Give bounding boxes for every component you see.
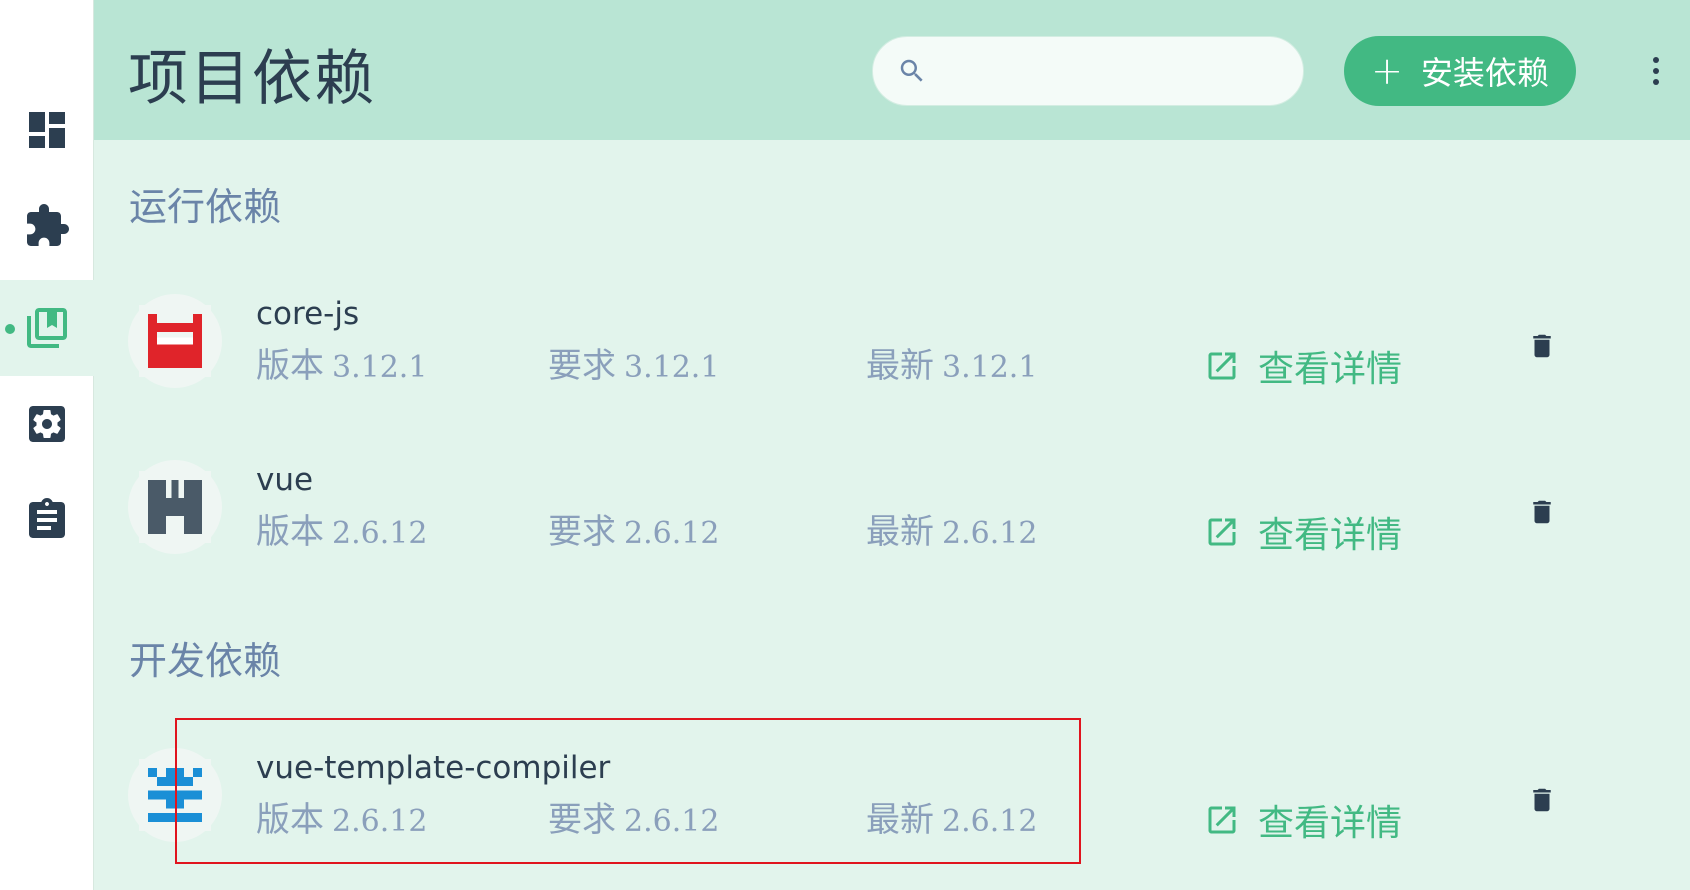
- package-avatar: [128, 460, 222, 554]
- view-details-label: 查看详情: [1258, 803, 1403, 844]
- package-name: vue: [256, 462, 314, 498]
- dependencies-icon: [27, 308, 67, 348]
- tasks-icon: [29, 498, 65, 538]
- package-name: vue-template-compiler: [256, 750, 611, 786]
- more-dot: [1653, 79, 1659, 85]
- search-input[interactable]: [937, 51, 1297, 91]
- more-options-button[interactable]: [1636, 44, 1676, 98]
- installed-version: 版本 3.12.1: [256, 346, 428, 386]
- installed-version: 版本 2.6.12: [256, 512, 428, 552]
- dependency-row: core-js 版本 3.12.1 要求 3.12.1 最新 3.12.1 查看详情: [94, 276, 1690, 416]
- sidebar-item-dashboard[interactable]: [0, 82, 94, 178]
- view-details-label: 查看详情: [1258, 515, 1403, 556]
- dashboard-icon: [29, 112, 65, 148]
- view-details-label: 查看详情: [1258, 349, 1403, 390]
- package-identicon-icon: [139, 759, 211, 831]
- view-details-link[interactable]: 查看详情: [1204, 794, 1402, 846]
- more-dot: [1653, 57, 1659, 63]
- open-in-new-icon: [1208, 352, 1236, 380]
- section-title-dependencies: 运行依赖: [129, 185, 282, 229]
- active-indicator: [5, 324, 15, 334]
- package-avatar: [128, 748, 222, 842]
- install-dependency-button[interactable]: + 安装依赖: [1344, 36, 1576, 106]
- wanted-version: 要求 2.6.12: [548, 800, 720, 840]
- plus-icon: +: [1371, 49, 1403, 93]
- wanted-version: 要求 3.12.1: [548, 346, 720, 386]
- search-box[interactable]: [872, 36, 1304, 106]
- package-identicon-icon: [139, 471, 211, 543]
- trash-icon: [1533, 788, 1551, 812]
- configuration-icon: [29, 406, 65, 442]
- more-dot: [1653, 68, 1659, 74]
- dependency-row: vue 版本 2.6.12 要求 2.6.12 最新 2.6.12 查看详情: [94, 442, 1690, 582]
- installed-version: 版本 2.6.12: [256, 800, 428, 840]
- latest-version: 最新 3.12.1: [866, 346, 1038, 386]
- wanted-version: 要求 2.6.12: [548, 512, 720, 552]
- plugins-icon: [27, 204, 69, 246]
- delete-button[interactable]: [1522, 780, 1562, 820]
- sidebar-item-dependencies[interactable]: [0, 280, 94, 376]
- open-in-new-icon: [1208, 518, 1236, 546]
- page-title: 项目依赖: [128, 44, 376, 114]
- sidebar: [0, 0, 94, 890]
- section-title-dev-dependencies: 开发依赖: [129, 639, 282, 683]
- dependency-row: vue-template-compiler 版本 2.6.12 要求 2.6.12 …: [94, 730, 1690, 870]
- view-details-link[interactable]: 查看详情: [1204, 506, 1402, 558]
- trash-icon: [1533, 500, 1551, 524]
- open-in-new-icon: [1208, 806, 1236, 834]
- delete-button[interactable]: [1522, 326, 1562, 366]
- trash-icon: [1533, 334, 1551, 358]
- install-dependency-label: 安装依赖: [1420, 54, 1549, 92]
- delete-button[interactable]: [1522, 492, 1562, 532]
- view-details-link[interactable]: 查看详情: [1204, 340, 1402, 392]
- sidebar-item-configuration[interactable]: [0, 376, 94, 472]
- search-icon: [900, 59, 923, 82]
- package-name: core-js: [256, 296, 360, 332]
- sidebar-item-tasks[interactable]: [0, 472, 94, 568]
- package-avatar: [128, 294, 222, 388]
- latest-version: 最新 2.6.12: [866, 800, 1038, 840]
- top-bar: 项目依赖 + 安装依赖: [94, 0, 1690, 140]
- package-identicon-icon: [139, 305, 211, 377]
- sidebar-item-plugins[interactable]: [0, 178, 94, 274]
- latest-version: 最新 2.6.12: [866, 512, 1038, 552]
